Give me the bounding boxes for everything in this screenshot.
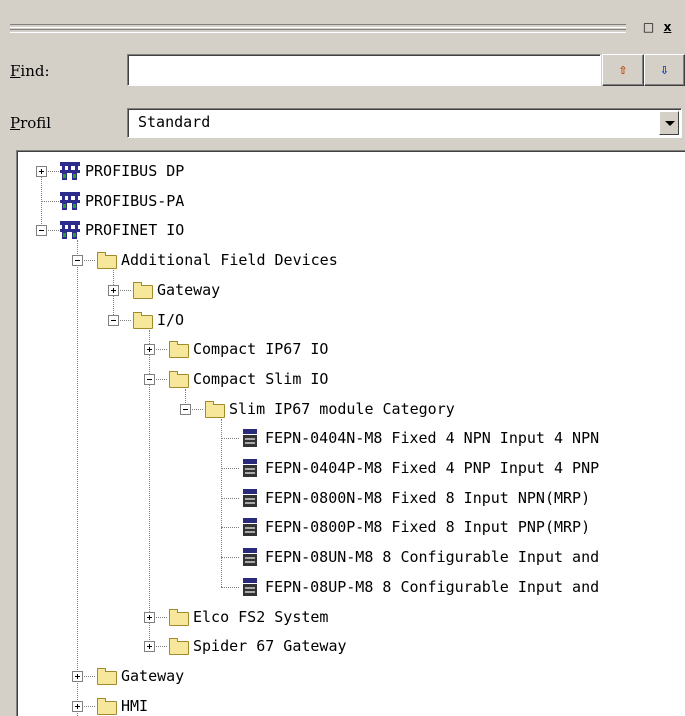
tree-node[interactable]: PROFINET IO	[59, 220, 685, 240]
find-input[interactable]	[128, 55, 600, 85]
tree-connector	[221, 438, 239, 440]
folder-icon	[167, 369, 189, 389]
tree-connector	[221, 586, 239, 588]
profile-select[interactable]: Standard	[127, 108, 682, 138]
tree-node[interactable]: PROFIBUS-PA	[59, 191, 685, 211]
folder-icon	[95, 666, 117, 686]
tree-node-label: Gateway	[121, 666, 185, 685]
tree-node[interactable]: Slim IP67 module Category	[203, 399, 685, 419]
collapse-minus-icon[interactable]	[108, 314, 119, 326]
tree-node-label: PROFIBUS-PA	[85, 191, 185, 210]
expand-plus-icon[interactable]	[144, 344, 155, 356]
tree-connector	[221, 468, 239, 469]
tree-node-label: Gateway	[157, 280, 221, 299]
tree-node-label: Compact Slim IO	[193, 369, 329, 388]
expand-plus-icon[interactable]	[72, 700, 83, 712]
expand-plus-icon[interactable]	[144, 611, 155, 623]
tree-node-label: FEPN-0800P-M8 Fixed 8 Input PNP(MRP)	[265, 518, 591, 537]
chevron-down-icon[interactable]	[659, 111, 679, 135]
tree-node-label: PROFINET IO	[85, 221, 185, 240]
tree-node-label: I/O	[157, 310, 185, 329]
tree-node[interactable]: FEPN-0800P-M8 Fixed 8 Input PNP(MRP)	[239, 517, 685, 537]
network-icon	[59, 220, 81, 240]
folder-icon	[203, 399, 225, 419]
folder-icon	[167, 636, 189, 656]
tree-node[interactable]: Compact Slim IO	[167, 369, 685, 389]
tree-node-label: Elco FS2 System	[193, 607, 329, 626]
find-label: Find:	[10, 62, 50, 80]
tree-node-label: Additional Field Devices	[121, 251, 338, 270]
network-icon	[59, 191, 81, 211]
find-field[interactable]	[127, 54, 601, 86]
expand-plus-icon[interactable]	[72, 670, 83, 682]
collapse-minus-icon[interactable]	[144, 373, 155, 385]
device-icon	[239, 488, 261, 508]
tree-node-label: Spider 67 Gateway	[193, 637, 347, 656]
restore-icon[interactable]: □	[640, 19, 657, 36]
tree-connector	[77, 240, 78, 706]
folder-icon	[167, 607, 189, 627]
panel-titlebar: □ x	[0, 0, 685, 44]
folder-icon	[95, 250, 117, 270]
tree-node[interactable]: Compact IP67 IO	[167, 339, 685, 359]
expand-plus-icon[interactable]	[36, 166, 47, 177]
folder-icon	[95, 696, 117, 716]
tree-node[interactable]: PROFIBUS DP	[59, 161, 685, 181]
tree-node-label: FEPN-08UN-M8 8 Configurable Input and	[265, 548, 600, 567]
collapse-minus-icon[interactable]	[180, 403, 191, 415]
tree-connector	[221, 497, 239, 499]
tree-node[interactable]: Spider 67 Gateway	[167, 636, 685, 656]
device-icon	[239, 428, 261, 448]
tree-node[interactable]: FEPN-08UN-M8 8 Configurable Input and	[239, 547, 685, 567]
tree-node-label: HMI	[121, 696, 149, 715]
tree-node-label: FEPN-0404N-M8 Fixed 4 NPN Input 4 NPN	[265, 429, 600, 448]
tree-node[interactable]: FEPN-0404N-M8 Fixed 4 NPN Input 4 NPN	[239, 428, 685, 448]
tree-node-label: FEPN-08UP-M8 8 Configurable Input and	[265, 577, 600, 596]
tree-node[interactable]: Elco FS2 System	[167, 607, 685, 627]
device-icon	[239, 517, 261, 537]
binoculars-down-icon: ⇩	[659, 63, 670, 77]
folder-icon	[131, 280, 153, 300]
profile-selected-value: Standard	[138, 113, 211, 131]
network-icon	[59, 161, 81, 181]
folder-icon	[131, 310, 153, 330]
search-up-button[interactable]: ⇧	[602, 54, 644, 86]
search-down-button[interactable]: ⇩	[644, 54, 685, 86]
tree-node-label: PROFIBUS DP	[85, 162, 185, 180]
tree-node[interactable]: I/O	[131, 310, 685, 330]
tree-node[interactable]: FEPN-0404P-M8 Fixed 4 PNP Input 4 PNP	[239, 458, 685, 478]
device-icon	[239, 577, 261, 597]
tree-connector	[221, 557, 239, 559]
folder-icon	[167, 339, 189, 359]
catalog-tree[interactable]: PROFIBUS DP PROFIBUS-PA PROFINET IO Additio…	[16, 150, 685, 716]
tree-node[interactable]: HMI	[95, 696, 685, 716]
close-icon[interactable]: x	[659, 19, 676, 36]
collapse-minus-icon[interactable]	[36, 225, 47, 237]
device-icon	[239, 547, 261, 567]
collapse-minus-icon[interactable]	[72, 255, 83, 267]
drag-grip[interactable]	[10, 24, 626, 34]
tree-node[interactable]: Additional Field Devices	[95, 250, 685, 270]
tree-node[interactable]: Gateway	[95, 666, 685, 686]
tree-node[interactable]: Gateway	[131, 280, 685, 300]
tree-node-label: Compact IP67 IO	[193, 340, 329, 359]
expand-plus-icon[interactable]	[144, 641, 155, 653]
tree-connector	[41, 200, 59, 202]
expand-plus-icon[interactable]	[108, 284, 119, 296]
tree-node[interactable]: FEPN-0800N-M8 Fixed 8 Input NPN(MRP)	[239, 488, 685, 508]
device-icon	[239, 458, 261, 478]
tree-node-label: Slim IP67 module Category	[229, 399, 455, 418]
tree-connector	[221, 527, 239, 529]
profile-label: Profil	[10, 114, 52, 132]
tree-node-label: FEPN-0800N-M8 Fixed 8 Input NPN(MRP)	[265, 488, 591, 507]
binoculars-up-icon: ⇧	[618, 63, 628, 77]
tree-node[interactable]: FEPN-08UP-M8 8 Configurable Input and	[239, 577, 685, 597]
tree-node-label: FEPN-0404P-M8 Fixed 4 PNP Input 4 PNP	[265, 459, 600, 477]
tree-connector	[221, 418, 222, 587]
